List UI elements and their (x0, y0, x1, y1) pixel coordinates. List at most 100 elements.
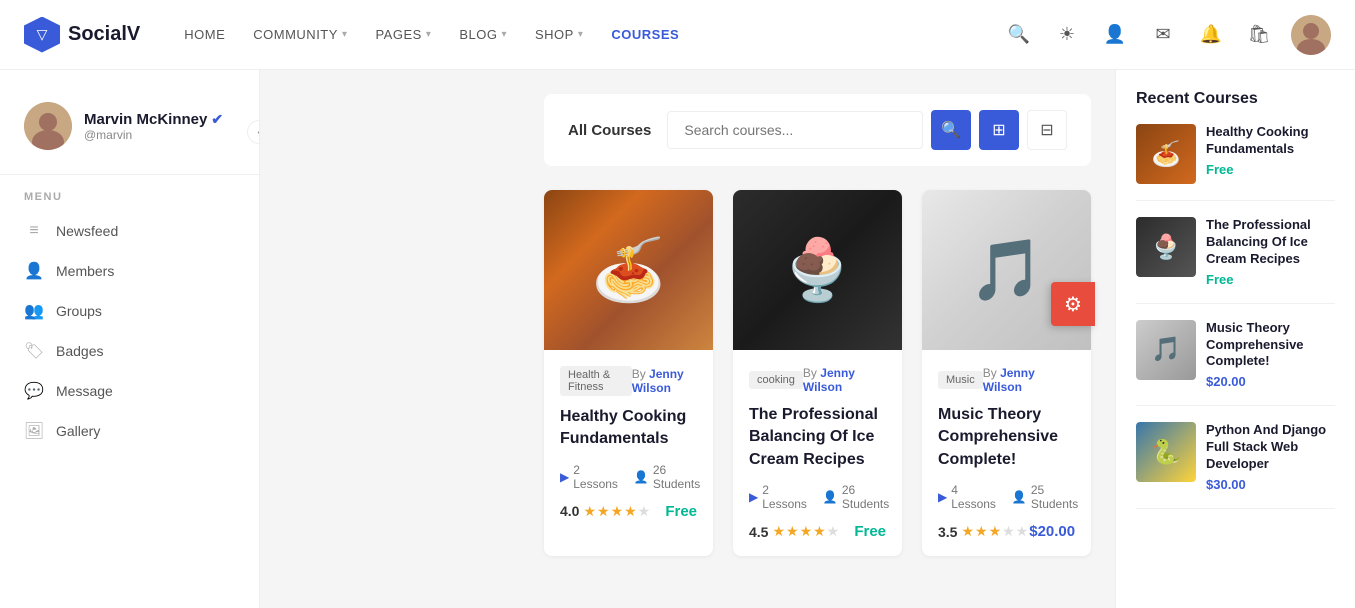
course-author-link-2[interactable]: Jenny Wilson (803, 366, 855, 394)
course-title-2[interactable]: The Professional Balancing Of Ice Cream … (749, 404, 886, 471)
recent-price-3: $20.00 (1206, 374, 1335, 389)
sidebar-user-avatar[interactable] (24, 102, 72, 150)
recent-thumb-2: 🍨 (1136, 217, 1196, 277)
course-thumbnail-2[interactable] (733, 190, 902, 350)
grid-view-button[interactable]: ⊞ (979, 110, 1019, 150)
recent-name-2: The Professional Balancing Of Ice Cream … (1206, 217, 1335, 268)
course-price-1: Free (665, 503, 697, 520)
course-author-link-1[interactable]: Jenny Wilson (632, 367, 684, 395)
filter-button[interactable]: ⊟ (1027, 110, 1067, 150)
students-stat-3: 👤 25 Students (1012, 483, 1078, 511)
lessons-icon-1: ▶ (560, 470, 569, 484)
rating-row-1: 4.0 ★★★★★ (560, 503, 651, 520)
recent-thumb-4: 🐍 (1136, 422, 1196, 482)
lessons-stat-2: ▶ 2 Lessons (749, 483, 807, 511)
course-card-3: Music By Jenny Wilson Music Theory Compr… (922, 190, 1091, 556)
nav-home[interactable]: HOME (172, 19, 237, 50)
course-author-2: By Jenny Wilson (803, 366, 886, 394)
collapse-sidebar-button[interactable]: ‹ (247, 120, 260, 144)
course-title-3[interactable]: Music Theory Comprehensive Complete! (938, 404, 1075, 471)
recent-courses-title: Recent Courses (1136, 90, 1335, 108)
course-meta-row-2: cooking By Jenny Wilson (749, 366, 886, 394)
lessons-icon-2: ▶ (749, 490, 758, 504)
students-icon-1: 👤 (634, 470, 649, 484)
sidebar-item-message[interactable]: 💬 Message (0, 371, 259, 411)
messages-icon[interactable]: ✉ (1147, 19, 1179, 51)
course-thumbnail-1[interactable] (544, 190, 713, 350)
recent-price-4: $30.00 (1206, 477, 1335, 492)
course-price-2: Free (854, 523, 886, 540)
recent-info-4: Python And Django Full Stack Web Develop… (1206, 422, 1335, 492)
students-icon-2: 👤 (823, 490, 838, 504)
search-input[interactable] (667, 111, 923, 149)
nav-shop[interactable]: SHOP ▾ (523, 19, 595, 50)
lessons-icon-3: ▶ (938, 490, 947, 504)
nav-courses[interactable]: COURSES (599, 19, 691, 50)
verified-icon: ✔ (211, 111, 223, 128)
students-icon-3: 👤 (1012, 490, 1027, 504)
rating-number-1: 4.0 (560, 503, 579, 519)
user-avatar-nav[interactable] (1291, 15, 1331, 55)
recent-item-2[interactable]: 🍨 The Professional Balancing Of Ice Crea… (1136, 217, 1335, 304)
recent-price-1: Free (1206, 162, 1335, 177)
sidebar-item-members[interactable]: 👤 Members (0, 251, 259, 291)
course-title-1[interactable]: Healthy Cooking Fundamentals (560, 406, 697, 451)
search-button[interactable]: 🔍 (931, 110, 971, 150)
cart-icon[interactable]: 🛍 (1243, 19, 1275, 51)
course-author-link-3[interactable]: Jenny Wilson (983, 366, 1035, 394)
sidebar-item-badges[interactable]: 🏷 Badges (0, 331, 259, 371)
main-content: All Courses 🔍 ⊞ ⊟ (520, 70, 1115, 580)
user-handle: @marvin (84, 128, 223, 142)
newsfeed-icon: ≡ (24, 221, 44, 241)
nav-pages[interactable]: PAGES ▾ (363, 19, 443, 50)
course-card-body-2: cooking By Jenny Wilson The Professional… (733, 350, 902, 556)
theme-icon[interactable]: ☀ (1051, 19, 1083, 51)
search-button-icon: 🔍 (941, 120, 961, 140)
menu-section-label: MENU (0, 191, 259, 211)
course-stats-2: ▶ 2 Lessons 👤 26 Students (749, 483, 886, 511)
recent-name-4: Python And Django Full Stack Web Develop… (1206, 422, 1335, 473)
search-container: 🔍 ⊞ ⊟ (667, 110, 1067, 150)
course-tag-2: cooking (749, 371, 803, 389)
rating-row-3: 3.5 ★★★★★ (938, 523, 1029, 540)
logo-icon (24, 17, 60, 53)
groups-icon: 👥 (24, 301, 44, 321)
course-thumbnail-3[interactable] (922, 190, 1091, 350)
message-icon: 💬 (24, 381, 44, 401)
settings-gear-icon: ⚙ (1064, 292, 1082, 317)
filter-icon: ⊟ (1040, 120, 1053, 140)
stars-2: ★★★★★ (772, 523, 840, 540)
lessons-stat-1: ▶ 2 Lessons (560, 463, 618, 491)
recent-info-3: Music Theory Comprehensive Complete! $20… (1206, 320, 1335, 390)
chevron-down-icon: ▾ (501, 29, 507, 40)
badges-icon: 🏷 (24, 341, 44, 361)
course-footer-3: 3.5 ★★★★★ $20.00 (938, 523, 1075, 540)
recent-item-4[interactable]: 🐍 Python And Django Full Stack Web Devel… (1136, 422, 1335, 509)
sidebar-item-groups[interactable]: 👥 Groups (0, 291, 259, 331)
recent-name-3: Music Theory Comprehensive Complete! (1206, 320, 1335, 371)
recent-info-2: The Professional Balancing Of Ice Cream … (1206, 217, 1335, 287)
recent-item-1[interactable]: 🍝 Healthy Cooking Fundamentals Free (1136, 124, 1335, 201)
nav-blog[interactable]: BLOG ▾ (447, 19, 519, 50)
grid-icon: ⊞ (992, 120, 1005, 140)
sidebar-item-gallery[interactable]: 🖼 Gallery (0, 411, 259, 451)
brand-name: SocialV (68, 23, 140, 46)
sidebar-item-newsfeed[interactable]: ≡ Newsfeed (0, 211, 259, 251)
rating-number-3: 3.5 (938, 524, 957, 540)
course-stats-1: ▶ 2 Lessons 👤 26 Students (560, 463, 697, 491)
search-icon[interactable]: 🔍 (1003, 19, 1035, 51)
recent-thumb-1: 🍝 (1136, 124, 1196, 184)
floating-settings-button[interactable]: ⚙ (1051, 282, 1095, 326)
nav-community[interactable]: COMMUNITY ▾ (241, 19, 359, 50)
recent-item-3[interactable]: 🎵 Music Theory Comprehensive Complete! $… (1136, 320, 1335, 407)
profile-icon[interactable]: 👤 (1099, 19, 1131, 51)
sidebar: Marvin McKinney ✔ @marvin ‹ MENU ≡ Newsf… (0, 70, 260, 608)
logo-area[interactable]: SocialV (24, 17, 140, 53)
course-author-1: By Jenny Wilson (632, 367, 697, 395)
course-footer-1: 4.0 ★★★★★ Free (560, 503, 697, 520)
chevron-down-icon: ▾ (342, 29, 348, 40)
course-tag-1: Health & Fitness (560, 366, 632, 396)
recent-name-1: Healthy Cooking Fundamentals (1206, 124, 1335, 158)
notifications-icon[interactable]: 🔔 (1195, 19, 1227, 51)
stars-3: ★★★★★ (961, 523, 1029, 540)
